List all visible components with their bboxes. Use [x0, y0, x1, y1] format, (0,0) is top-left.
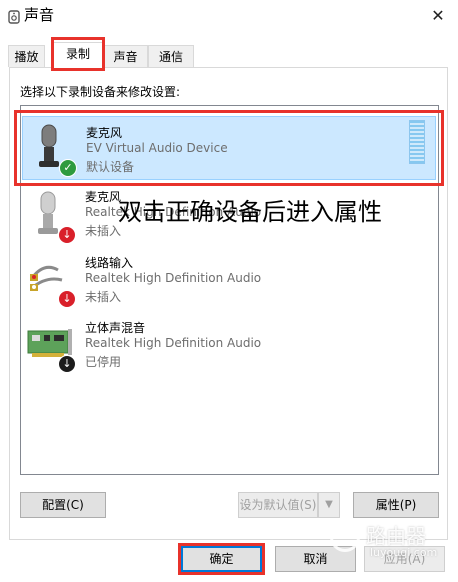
device-description: Realtek High Definition Audio [85, 336, 262, 350]
configure-button[interactable]: 配置(C) [20, 492, 106, 518]
device-highlight [14, 110, 444, 186]
watermark-subtitle: luyouqi.com [370, 546, 438, 559]
device-status: 已停用 [85, 355, 122, 369]
down-arrow-badge-icon: ↓ [58, 226, 76, 244]
down-arrow-black-badge-icon: ↓ [58, 355, 76, 373]
tab-playback[interactable]: 播放 [8, 45, 45, 67]
tab-communications[interactable]: 通信 [148, 45, 194, 67]
chevron-down-icon: ▼ [325, 499, 333, 510]
watermark-logo-icon [330, 522, 360, 552]
device-status: 未插入 [85, 290, 122, 304]
title-bar: 声音 ✕ [0, 0, 458, 32]
device-name: 立体声混音 [85, 321, 146, 335]
watermark-title: 路由器 [366, 524, 426, 548]
ok-button-highlight [178, 543, 265, 575]
device-description: Realtek High Definition Audio [85, 271, 262, 285]
set-default-button[interactable]: 设为默认值(S) [238, 492, 318, 518]
device-name: 线路输入 [85, 256, 134, 270]
instruction-text: 选择以下录制设备来修改设置: [20, 85, 181, 99]
close-button[interactable]: ✕ [424, 4, 452, 28]
set-default-dropdown[interactable]: ▼ [318, 492, 340, 518]
properties-button[interactable]: 属性(P) [353, 492, 439, 518]
annotation-text: 双击正确设备后进入属性 [118, 198, 382, 226]
device-name: 麦克风 [85, 190, 122, 204]
speaker-icon [8, 10, 20, 24]
device-status: 未插入 [85, 224, 122, 238]
down-arrow-badge-icon: ↓ [58, 290, 76, 308]
device-row-line-in[interactable]: ↓ 线路输入 Realtek High Definition Audio 未插入 [22, 252, 436, 316]
tab-sounds[interactable]: 声音 [103, 45, 148, 67]
window-title: 声音 [24, 6, 55, 24]
recording-tab-highlight [51, 37, 105, 71]
device-row-stereo-mix[interactable]: ↓ 立体声混音 Realtek High Definition Audio 已停… [22, 317, 436, 381]
